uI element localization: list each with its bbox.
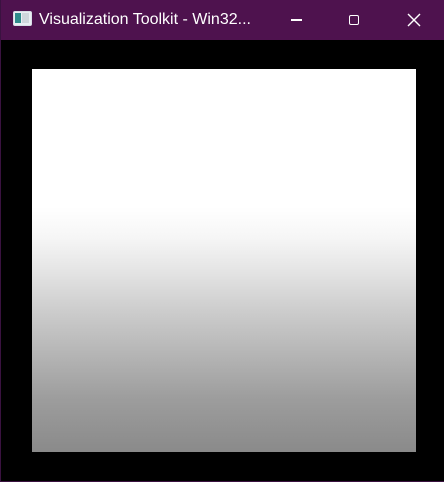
render-client-area[interactable] <box>2 40 444 481</box>
vtk-render-window: Visualization Toolkit - Win32... <box>0 0 444 482</box>
vtk-app-icon <box>13 11 32 26</box>
gradient-viewport[interactable] <box>32 69 416 452</box>
app-icon-left-pane <box>15 13 21 23</box>
minimize-button[interactable] <box>267 0 325 40</box>
maximize-button[interactable] <box>325 0 383 40</box>
app-icon-right-pane <box>22 13 29 23</box>
maximize-icon <box>349 15 359 25</box>
close-button[interactable] <box>385 0 443 40</box>
close-icon <box>407 13 421 27</box>
minimize-icon <box>290 19 302 21</box>
window-title: Visualization Toolkit - Win32... <box>39 11 251 28</box>
title-bar[interactable]: Visualization Toolkit - Win32... <box>1 0 444 40</box>
